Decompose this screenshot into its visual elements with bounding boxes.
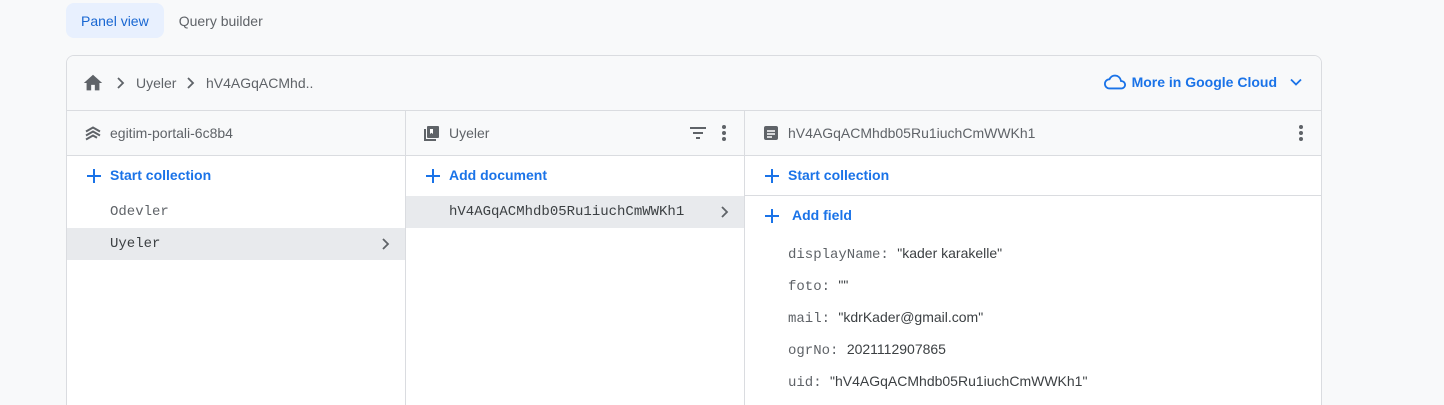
more-in-google-cloud-label: More in Google Cloud xyxy=(1131,74,1277,90)
add-field-label: Add field xyxy=(792,207,852,223)
tab-panel-view[interactable]: Panel view xyxy=(66,3,164,38)
collection-column: Uyeler Add document hV4AGqACMhdb05Ru1iuc… xyxy=(406,111,745,405)
filter-button[interactable] xyxy=(687,122,709,144)
breadcrumb-item-document[interactable]: hV4AGqACMhd.. xyxy=(206,74,313,92)
list-item-document[interactable]: hV4AGqACMhdb05Ru1iuchCmWWKh1 xyxy=(406,196,744,228)
root-column-header: egitim-portali-6c8b4 xyxy=(67,111,405,156)
field-key: mail xyxy=(788,311,822,327)
document-icon xyxy=(764,126,778,140)
plus-icon xyxy=(426,169,440,183)
add-document-button[interactable]: Add document xyxy=(406,156,744,196)
cloud-icon xyxy=(1103,74,1126,90)
field-value: 2021112907865 xyxy=(846,341,946,357)
collection-icon xyxy=(424,126,439,141)
list-item-label: hV4AGqACMhdb05Ru1iuchCmWWKh1 xyxy=(449,204,685,220)
field-key: foto xyxy=(788,279,822,295)
tab-query-builder[interactable]: Query builder xyxy=(164,3,278,38)
chevron-right-icon xyxy=(721,206,729,218)
start-subcollection-label: Start collection xyxy=(788,167,890,183)
collection-column-header: Uyeler xyxy=(406,111,744,156)
field-displayname[interactable]: displayName: "kader karakelle" xyxy=(745,236,1321,268)
plus-icon xyxy=(765,169,779,183)
field-mail[interactable]: mail: "kdrKader@gmail.com" xyxy=(745,300,1321,332)
plus-icon xyxy=(87,169,101,183)
field-ogrno[interactable]: ogrNo: 2021112907865 xyxy=(745,332,1321,364)
start-subcollection-button[interactable]: Start collection xyxy=(745,156,1321,196)
field-value: "kader karakelle" xyxy=(897,245,1003,261)
collection-menu-button[interactable] xyxy=(713,122,735,144)
firestore-database-icon xyxy=(85,126,101,141)
list-item-uyeler[interactable]: Uyeler xyxy=(67,228,405,260)
breadcrumb: Uyeler hV4AGqACMhd.. More in Google Clou… xyxy=(67,56,1321,111)
field-key: displayName xyxy=(788,247,881,263)
project-title: egitim-portali-6c8b4 xyxy=(110,125,233,141)
field-uid[interactable]: uid: "hV4AGqACMhdb05Ru1iuchCmWWKh1" xyxy=(745,364,1321,396)
firestore-panel: Uyeler hV4AGqACMhd.. More in Google Clou… xyxy=(66,55,1322,405)
more-vert-icon xyxy=(1299,125,1303,141)
view-tabs: Panel view Query builder xyxy=(66,3,278,38)
add-document-label: Add document xyxy=(449,167,547,183)
start-collection-button[interactable]: Start collection xyxy=(67,156,405,196)
document-column-header: hV4AGqACMhdb05Ru1iuchCmWWKh1 xyxy=(745,111,1321,156)
more-in-google-cloud-button[interactable]: More in Google Cloud xyxy=(1103,71,1303,93)
field-value: "" xyxy=(838,277,849,293)
home-icon[interactable] xyxy=(82,72,104,94)
more-vert-icon xyxy=(722,125,726,141)
chevron-down-icon xyxy=(1290,78,1302,86)
add-field-button[interactable]: Add field xyxy=(745,196,1321,236)
chevron-right-icon xyxy=(117,77,125,89)
chevron-right-icon xyxy=(382,238,390,250)
field-foto[interactable]: foto: "" xyxy=(745,268,1321,300)
filter-icon xyxy=(690,127,706,139)
start-collection-label: Start collection xyxy=(110,167,212,183)
document-menu-button[interactable] xyxy=(1290,122,1312,144)
list-item-odevler[interactable]: Odevler xyxy=(67,196,405,228)
field-value: "hV4AGqACMhdb05Ru1iuchCmWWKh1" xyxy=(830,373,1088,389)
breadcrumb-item-uyeler[interactable]: Uyeler xyxy=(136,74,176,92)
field-value: "kdrKader@gmail.com" xyxy=(838,309,984,325)
document-column: hV4AGqACMhdb05Ru1iuchCmWWKh1 Start colle… xyxy=(745,111,1321,405)
list-item-label: Uyeler xyxy=(110,236,161,252)
root-column: egitim-portali-6c8b4 Start collection Od… xyxy=(67,111,406,405)
field-key: uid xyxy=(788,375,814,391)
field-key: ogrNo xyxy=(788,343,831,359)
list-item-label: Odevler xyxy=(110,204,169,220)
collection-title: Uyeler xyxy=(449,125,490,141)
plus-icon xyxy=(765,209,779,223)
document-title: hV4AGqACMhdb05Ru1iuchCmWWKh1 xyxy=(788,125,1036,141)
chevron-right-icon xyxy=(187,77,195,89)
